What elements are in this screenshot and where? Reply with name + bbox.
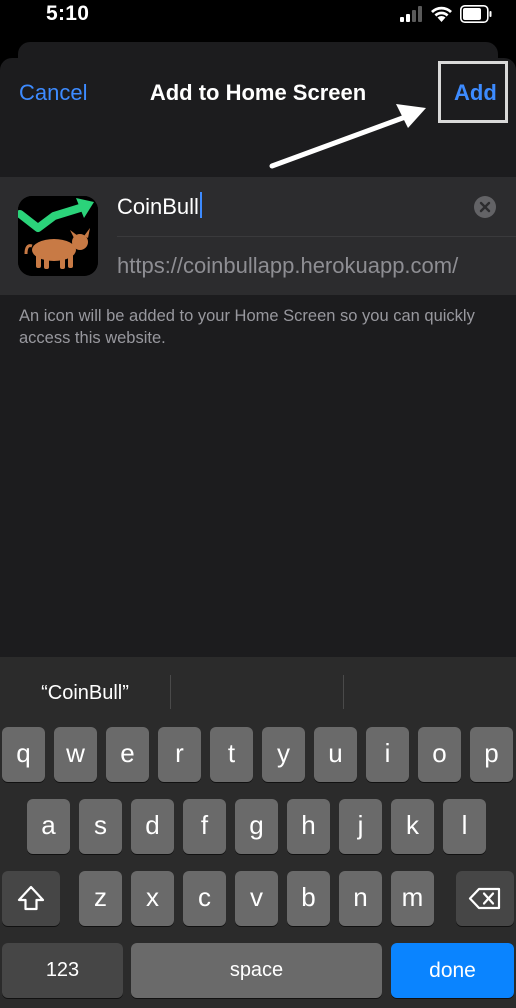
- key-e[interactable]: e: [106, 727, 149, 782]
- backspace-icon: [468, 887, 501, 910]
- key-l[interactable]: l: [443, 799, 486, 854]
- field-divider: [117, 236, 516, 237]
- bookmark-url: https://coinbullapp.herokuapp.com/: [117, 253, 459, 278]
- predictive-suggestion[interactable]: “CoinBull”: [0, 675, 170, 711]
- info-note: An icon will be added to your Home Scree…: [19, 307, 475, 347]
- bookmark-name-field[interactable]: CoinBull: [117, 192, 202, 220]
- clear-text-button[interactable]: [474, 196, 496, 218]
- key-n[interactable]: n: [339, 871, 382, 926]
- annotation-arrow-icon: [269, 104, 426, 169]
- key-v[interactable]: v: [235, 871, 278, 926]
- key-g[interactable]: g: [235, 799, 278, 854]
- suggestion-divider: [343, 675, 344, 709]
- status-bar: 5:10: [0, 0, 516, 34]
- numbers-key[interactable]: 123: [2, 943, 123, 998]
- key-x[interactable]: x: [131, 871, 174, 926]
- add-button-highlight-box: [438, 61, 508, 123]
- space-key[interactable]: space: [131, 943, 382, 998]
- suggestion-divider: [170, 675, 171, 709]
- shift-arrow-icon: [17, 885, 45, 911]
- text-caret: [199, 192, 202, 218]
- key-r[interactable]: r: [158, 727, 201, 782]
- key-s[interactable]: s: [79, 799, 122, 854]
- key-m[interactable]: m: [391, 871, 434, 926]
- key-b[interactable]: b: [287, 871, 330, 926]
- key-p[interactable]: p: [470, 727, 513, 782]
- done-key[interactable]: done: [391, 943, 514, 998]
- key-t[interactable]: t: [210, 727, 253, 782]
- key-c[interactable]: c: [183, 871, 226, 926]
- key-f[interactable]: f: [183, 799, 226, 854]
- key-a[interactable]: a: [27, 799, 70, 854]
- key-q[interactable]: q: [2, 727, 45, 782]
- wifi-icon: [431, 6, 452, 22]
- key-y[interactable]: y: [262, 727, 305, 782]
- key-h[interactable]: h: [287, 799, 330, 854]
- cellular-signal-icon: [400, 6, 422, 22]
- bookmark-name-text: CoinBull: [117, 194, 199, 219]
- status-time: 5:10: [46, 2, 90, 25]
- key-k[interactable]: k: [391, 799, 434, 854]
- key-j[interactable]: j: [339, 799, 382, 854]
- cancel-button[interactable]: Cancel: [19, 80, 87, 106]
- key-i[interactable]: i: [366, 727, 409, 782]
- key-d[interactable]: d: [131, 799, 174, 854]
- key-u[interactable]: u: [314, 727, 357, 782]
- clear-x-icon: [479, 201, 491, 213]
- coinbull-app-icon: [18, 196, 98, 276]
- battery-icon: [460, 5, 492, 23]
- key-w[interactable]: w: [54, 727, 97, 782]
- key-o[interactable]: o: [418, 727, 461, 782]
- shift-key[interactable]: [2, 871, 60, 926]
- backspace-key[interactable]: [456, 871, 514, 926]
- key-z[interactable]: z: [79, 871, 122, 926]
